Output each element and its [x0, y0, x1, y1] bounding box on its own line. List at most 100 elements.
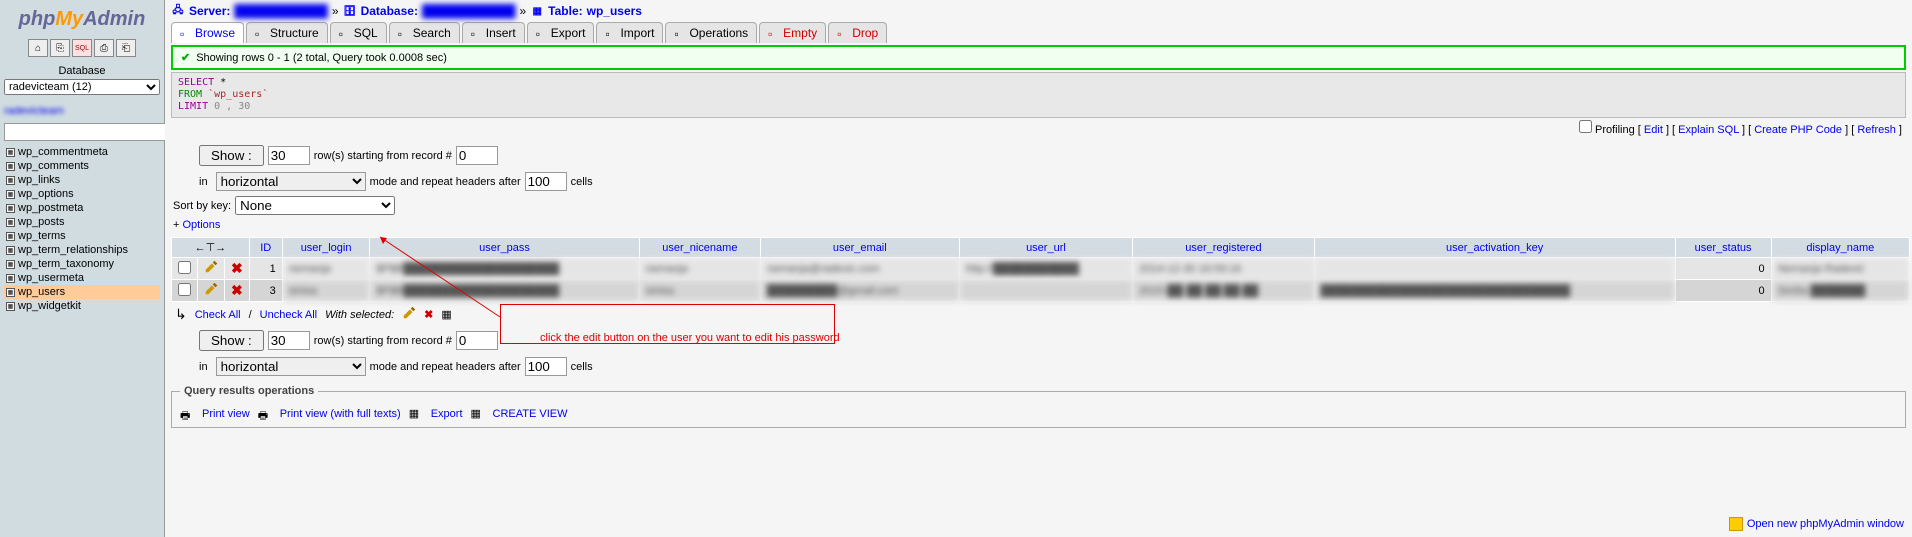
options-toggle[interactable]: + Options [169, 217, 1908, 237]
col-user_status[interactable]: user_status [1675, 238, 1771, 258]
sidebar-table-item[interactable]: ▦wp_postmeta [4, 201, 160, 215]
tab-sql[interactable]: ▫SQL [330, 22, 387, 43]
bc-table-label[interactable]: Table: [548, 4, 582, 18]
col-ID[interactable]: ID [249, 238, 282, 258]
col-user_registered[interactable]: user_registered [1133, 238, 1314, 258]
sidebar-toolbar: ⌂ ⎘ SQL ⎙ ⎗ [4, 39, 160, 57]
table-icon: ▦ [6, 246, 15, 255]
print-view-link[interactable]: Print view [202, 408, 250, 420]
bc-db-label[interactable]: Database: [361, 4, 418, 18]
logout-icon[interactable]: ⎘ [50, 39, 70, 57]
edit-row-button[interactable] [198, 258, 225, 280]
docs-icon[interactable]: ⎙ [94, 39, 114, 57]
delete-selected-icon[interactable]: ✖ [424, 308, 433, 321]
mode-select-bottom[interactable]: horizontal [216, 357, 366, 376]
cell-url [959, 280, 1133, 302]
cell-pass: $P$B████████████████████ [370, 258, 639, 280]
breadcrumb: 🖧 Server: ███████████ » 🗄 Database: ████… [169, 0, 1908, 22]
col-user_pass[interactable]: user_pass [370, 238, 639, 258]
repeat-headers-input-bottom[interactable] [525, 357, 567, 376]
sidebar-table-item[interactable]: ▦wp_terms [4, 229, 160, 243]
check-all-link[interactable]: Check All [195, 309, 241, 321]
col-user_login[interactable]: user_login [282, 238, 370, 258]
sidebar-table-item[interactable]: ▦wp_term_relationships [4, 243, 160, 257]
tab-structure[interactable]: ▫Structure [246, 22, 328, 43]
home-icon[interactable]: ⌂ [28, 39, 48, 57]
sidebar-table-item[interactable]: ▦wp_term_taxonomy [4, 257, 160, 271]
sql-icon[interactable]: SQL [72, 39, 92, 57]
row-checkbox[interactable] [178, 261, 191, 274]
uncheck-all-link[interactable]: Uncheck All [260, 309, 317, 321]
delete-row-button[interactable]: ✖ [225, 280, 250, 302]
cell-login: sinisa [282, 280, 370, 302]
sidebar-table-item[interactable]: ▦wp_widgetkit [4, 299, 160, 313]
print-full-icon: 🖶 [258, 407, 272, 421]
bc-server-label[interactable]: Server: [189, 4, 230, 18]
print-view-full-link[interactable]: Print view (with full texts) [280, 408, 401, 420]
sql-actions: Profiling [ Edit ] [ Explain SQL ] [ Cre… [169, 118, 1908, 142]
tab-import[interactable]: ▫Import [596, 22, 663, 43]
export-selected-icon[interactable]: ▦ [441, 308, 451, 321]
bc-db-value[interactable]: ███████████ [422, 4, 516, 18]
delete-row-button[interactable]: ✖ [225, 258, 250, 280]
bc-server-value[interactable]: ███████████ [234, 4, 328, 18]
explain-sql-link[interactable]: Explain SQL [1678, 124, 1739, 136]
tab-search[interactable]: ▫Search [389, 22, 460, 43]
sidebar-table-item[interactable]: ▦wp_usermeta [4, 271, 160, 285]
profiling-checkbox[interactable]: Profiling [1579, 124, 1635, 136]
database-icon: 🗄 [343, 4, 357, 18]
edit-sql-link[interactable]: Edit [1644, 124, 1663, 136]
table-filter-input[interactable] [4, 123, 187, 141]
sidebar-table-item[interactable]: ▦wp_users [4, 285, 160, 299]
col-user_email[interactable]: user_email [760, 238, 959, 258]
rows-count-input[interactable] [268, 146, 310, 165]
repeat-headers-input[interactable] [525, 172, 567, 191]
cell-activation-key [1314, 258, 1675, 280]
cell-registered: 2014-12-30 16:59:16 [1133, 258, 1314, 280]
open-new-window[interactable]: Open new phpMyAdmin window [1729, 517, 1904, 531]
bc-table-value[interactable]: wp_users [587, 4, 642, 18]
tab-export[interactable]: ▫Export [527, 22, 595, 43]
check-icon: ✔ [181, 51, 190, 64]
sidebar-table-item[interactable]: ▦wp_comments [4, 159, 160, 173]
table-icon: ▦ [6, 190, 15, 199]
start-record-input-bottom[interactable] [456, 331, 498, 350]
col-user_url[interactable]: user_url [959, 238, 1133, 258]
col-actions: ←⊤→ [172, 238, 250, 258]
start-record-input[interactable] [456, 146, 498, 165]
sort-key-select[interactable]: None [235, 196, 395, 215]
logo[interactable]: phpMyAdmin [4, 4, 160, 39]
tab-insert[interactable]: ▫Insert [462, 22, 525, 43]
tab-drop[interactable]: ▫Drop [828, 22, 887, 43]
edit-selected-icon[interactable] [402, 306, 416, 323]
mode-select[interactable]: horizontal [216, 172, 366, 191]
cell-id: 1 [249, 258, 282, 280]
sidebar-table-item[interactable]: ▦wp_posts [4, 215, 160, 229]
sidebar-table-item[interactable]: ▦wp_options [4, 187, 160, 201]
show-button-bottom[interactable]: Show : [199, 330, 264, 351]
main: 🖧 Server: ███████████ » 🗄 Database: ████… [165, 0, 1912, 537]
refresh-link[interactable]: Refresh [1857, 124, 1896, 136]
table-icon: ▦ [6, 162, 15, 171]
row-checkbox[interactable] [178, 283, 191, 296]
col-display_name[interactable]: display_name [1771, 238, 1909, 258]
rows-count-input-bottom[interactable] [268, 331, 310, 350]
col-user_activation_key[interactable]: user_activation_key [1314, 238, 1675, 258]
reload-icon[interactable]: ⎗ [116, 39, 136, 57]
edit-row-button[interactable] [198, 280, 225, 302]
sql-query-display: SELECT * FROM `wp_users` LIMIT 0 , 30 [171, 72, 1906, 118]
create-view-link[interactable]: CREATE VIEW [493, 408, 568, 420]
show-button[interactable]: Show : [199, 145, 264, 166]
create-php-link[interactable]: Create PHP Code [1754, 124, 1842, 136]
cell-nicename: nemanja [639, 258, 760, 280]
mode-row-bottom: in horizontal mode and repeat headers af… [169, 354, 1908, 379]
col-user_nicename[interactable]: user_nicename [639, 238, 760, 258]
database-select[interactable]: radevicteam (12) [4, 79, 160, 95]
export-link[interactable]: Export [431, 408, 463, 420]
sidebar-table-item[interactable]: ▦wp_commentmeta [4, 145, 160, 159]
tab-browse[interactable]: ▫Browse [171, 22, 244, 43]
database-name-link[interactable]: radevicteam [4, 103, 160, 123]
tab-empty[interactable]: ▫Empty [759, 22, 826, 43]
tab-operations[interactable]: ▫Operations [665, 22, 757, 43]
sidebar-table-item[interactable]: ▦wp_links [4, 173, 160, 187]
